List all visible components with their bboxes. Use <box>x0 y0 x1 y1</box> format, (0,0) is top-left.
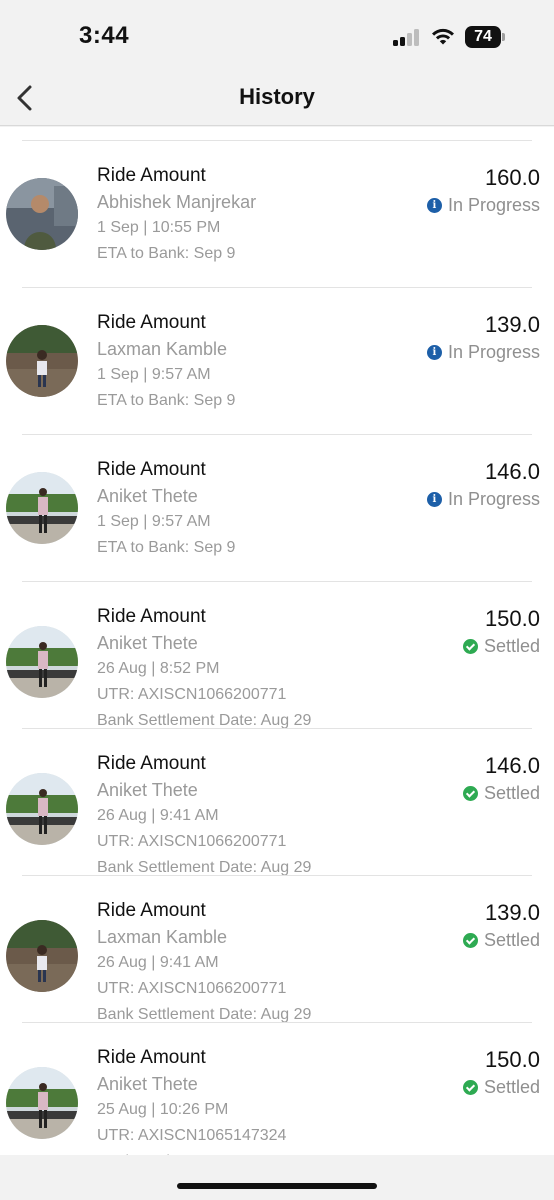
avatar <box>6 773 78 845</box>
transaction-detail: UTR: AXISCN1065147324 <box>97 1127 287 1144</box>
transaction-summary: 146.0 In Progress <box>426 457 540 511</box>
avatar <box>6 325 78 397</box>
rider-name: Laxman Kamble <box>97 339 228 359</box>
home-indicator[interactable] <box>177 1183 377 1189</box>
transaction-label: Ride Amount <box>97 900 206 921</box>
check-icon <box>462 932 478 948</box>
transaction-info: Ride Amount Laxman Kamble 26 Aug | 9:41 … <box>97 898 311 1028</box>
navigation-bar: History <box>0 70 554 126</box>
transaction-label: Ride Amount <box>97 165 206 186</box>
rider-name: Aniket Thete <box>97 1074 198 1094</box>
avatar <box>6 920 78 992</box>
transaction-list: Ride Amount Abhishek Manjrekar 1 Sep | 1… <box>0 141 554 1155</box>
transaction-label: Ride Amount <box>97 606 206 627</box>
rider-name: Abhishek Manjrekar <box>97 192 257 212</box>
status-badge: Settled <box>462 634 540 658</box>
info-icon <box>426 197 442 213</box>
avatar <box>6 1067 78 1139</box>
transaction-label: Ride Amount <box>97 753 206 774</box>
transaction-datetime: 26 Aug | 9:41 AM <box>97 807 219 824</box>
status-text: In Progress <box>447 342 540 362</box>
transaction-detail: UTR: AXISCN1066200771 <box>97 833 287 850</box>
transaction-summary: 150.0 Settled <box>462 1045 540 1099</box>
status-text: Settled <box>483 930 540 950</box>
rider-name: Aniket Thete <box>97 780 198 800</box>
avatar <box>6 626 78 698</box>
status-badge: Settled <box>462 1075 540 1099</box>
transaction-label: Ride Amount <box>97 1047 206 1068</box>
transaction-row[interactable]: Ride Amount Aniket Thete 1 Sep | 9:57 AM… <box>0 435 554 582</box>
transaction-datetime: 1 Sep | 9:57 AM <box>97 366 211 383</box>
battery-level: 74 <box>465 26 501 48</box>
status-text: Settled <box>483 1077 540 1097</box>
transaction-info: Ride Amount Aniket Thete 26 Aug | 8:52 P… <box>97 604 311 734</box>
check-icon <box>462 638 478 654</box>
transaction-amount: 139.0 <box>484 312 540 337</box>
status-badge: In Progress <box>426 487 540 511</box>
transaction-summary: 150.0 Settled <box>462 604 540 658</box>
transaction-row[interactable]: Ride Amount Aniket Thete 25 Aug | 10:26 … <box>0 1023 554 1155</box>
transaction-label: Ride Amount <box>97 459 206 480</box>
status-badge: In Progress <box>426 193 540 217</box>
status-text: Settled <box>483 636 540 656</box>
transaction-datetime: 26 Aug | 9:41 AM <box>97 954 219 971</box>
rider-name: Aniket Thete <box>97 633 198 653</box>
transaction-row[interactable]: Ride Amount Aniket Thete 26 Aug | 9:41 A… <box>0 729 554 876</box>
transaction-datetime: 25 Aug | 10:26 PM <box>97 1101 229 1118</box>
check-icon <box>462 785 478 801</box>
cellular-signal-icon <box>393 28 423 46</box>
transaction-detail: UTR: AXISCN1066200771 <box>97 980 287 997</box>
transaction-row[interactable]: Ride Amount Laxman Kamble 26 Aug | 9:41 … <box>0 876 554 1023</box>
transaction-info: Ride Amount Aniket Thete 25 Aug | 10:26 … <box>97 1045 311 1155</box>
page-title: History <box>239 84 315 109</box>
transaction-summary: 160.0 In Progress <box>426 163 540 217</box>
transaction-info: Ride Amount Aniket Thete 1 Sep | 9:57 AM… <box>97 457 235 561</box>
transaction-row[interactable]: Ride Amount Aniket Thete 26 Aug | 8:52 P… <box>0 582 554 729</box>
status-badge: Settled <box>462 781 540 805</box>
info-icon <box>426 491 442 507</box>
status-text: In Progress <box>447 195 540 215</box>
transaction-row[interactable]: Ride Amount Abhishek Manjrekar 1 Sep | 1… <box>0 141 554 288</box>
transaction-amount: 146.0 <box>484 459 540 484</box>
transaction-amount: 150.0 <box>484 606 540 631</box>
status-bar: 3:44 74 <box>0 0 554 70</box>
transaction-info: Ride Amount Aniket Thete 26 Aug | 9:41 A… <box>97 751 311 881</box>
status-badge: In Progress <box>426 340 540 364</box>
check-icon <box>462 1079 478 1095</box>
transaction-detail: ETA to Bank: Sep 9 <box>97 539 236 556</box>
avatar <box>6 472 78 544</box>
transaction-info: Ride Amount Laxman Kamble 1 Sep | 9:57 A… <box>97 310 235 414</box>
transaction-summary: 146.0 Settled <box>462 751 540 805</box>
transaction-datetime: 26 Aug | 8:52 PM <box>97 660 220 677</box>
transaction-detail: ETA to Bank: Sep 9 <box>97 245 236 262</box>
transaction-row[interactable]: Ride Amount Laxman Kamble 1 Sep | 9:57 A… <box>0 288 554 435</box>
transaction-detail: UTR: AXISCN1066200771 <box>97 686 287 703</box>
transaction-amount: 139.0 <box>484 900 540 925</box>
transaction-info: Ride Amount Abhishek Manjrekar 1 Sep | 1… <box>97 163 256 267</box>
rider-name: Aniket Thete <box>97 486 198 506</box>
transaction-datetime: 1 Sep | 10:55 PM <box>97 219 221 236</box>
history-list-container[interactable]: Ride Amount Abhishek Manjrekar 1 Sep | 1… <box>0 127 554 1155</box>
status-badge: Settled <box>462 928 540 952</box>
avatar <box>6 178 78 250</box>
transaction-amount: 150.0 <box>484 1047 540 1072</box>
battery-icon: 74 <box>465 26 505 48</box>
transaction-amount: 160.0 <box>484 165 540 190</box>
transaction-summary: 139.0 Settled <box>462 898 540 952</box>
transaction-summary: 139.0 In Progress <box>426 310 540 364</box>
status-text: Settled <box>483 783 540 803</box>
wifi-icon <box>432 28 454 45</box>
info-icon <box>426 344 442 360</box>
rider-name: Laxman Kamble <box>97 927 228 947</box>
transaction-datetime: 1 Sep | 9:57 AM <box>97 513 211 530</box>
home-indicator-area <box>0 1155 554 1200</box>
status-time: 3:44 <box>79 22 130 49</box>
transaction-amount: 146.0 <box>484 753 540 778</box>
status-text: In Progress <box>447 489 540 509</box>
transaction-detail: ETA to Bank: Sep 9 <box>97 392 236 409</box>
transaction-label: Ride Amount <box>97 312 206 333</box>
